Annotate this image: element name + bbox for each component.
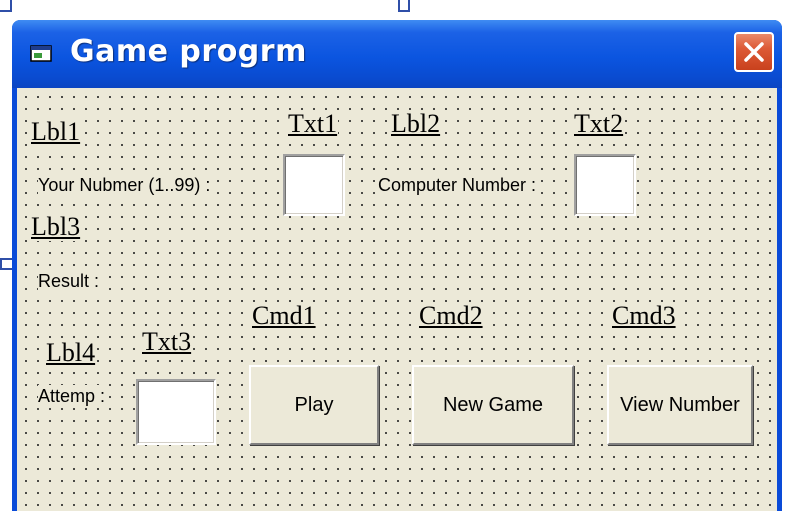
label-lbl1: Lbl1 <box>30 117 82 146</box>
window-title: Game progrm <box>70 34 307 69</box>
selection-handle[interactable] <box>0 258 12 260</box>
label-lbl3: Lbl3 <box>30 212 82 241</box>
view-number-button[interactable]: View Number <box>607 365 753 445</box>
your-number-input[interactable] <box>283 154 345 216</box>
label-txt1: Txt1 <box>287 109 339 138</box>
computer-number-input[interactable] <box>574 154 636 216</box>
form-icon <box>30 44 56 64</box>
your-number-caption: Your Nubmer (1..99) : <box>38 174 211 196</box>
close-icon <box>744 42 764 62</box>
attemp-caption: Attemp : <box>38 385 106 407</box>
form-window[interactable]: Game progrm Lbl1 Txt1 Lbl2 Txt2 Your Nub… <box>12 20 782 511</box>
play-button[interactable]: Play <box>249 365 379 445</box>
label-txt3: Txt3 <box>141 327 193 356</box>
result-caption: Result : <box>38 270 100 292</box>
label-cmd3: Cmd3 <box>611 301 677 330</box>
label-cmd2: Cmd2 <box>418 301 484 330</box>
selection-handle[interactable] <box>398 10 410 12</box>
selection-handle[interactable] <box>0 10 12 12</box>
title-bar[interactable]: Game progrm <box>12 20 782 88</box>
computer-number-caption: Computer Number : <box>378 174 537 196</box>
selection-handle[interactable] <box>0 268 12 270</box>
form-client-area[interactable]: Lbl1 Txt1 Lbl2 Txt2 Your Nubmer (1..99) … <box>17 88 777 511</box>
close-button[interactable] <box>734 32 774 72</box>
label-lbl2: Lbl2 <box>390 109 442 138</box>
label-txt2: Txt2 <box>573 109 625 138</box>
new-game-button[interactable]: New Game <box>412 365 574 445</box>
attemp-input[interactable] <box>136 379 216 445</box>
label-lbl4: Lbl4 <box>45 338 97 367</box>
label-cmd1: Cmd1 <box>251 301 317 330</box>
